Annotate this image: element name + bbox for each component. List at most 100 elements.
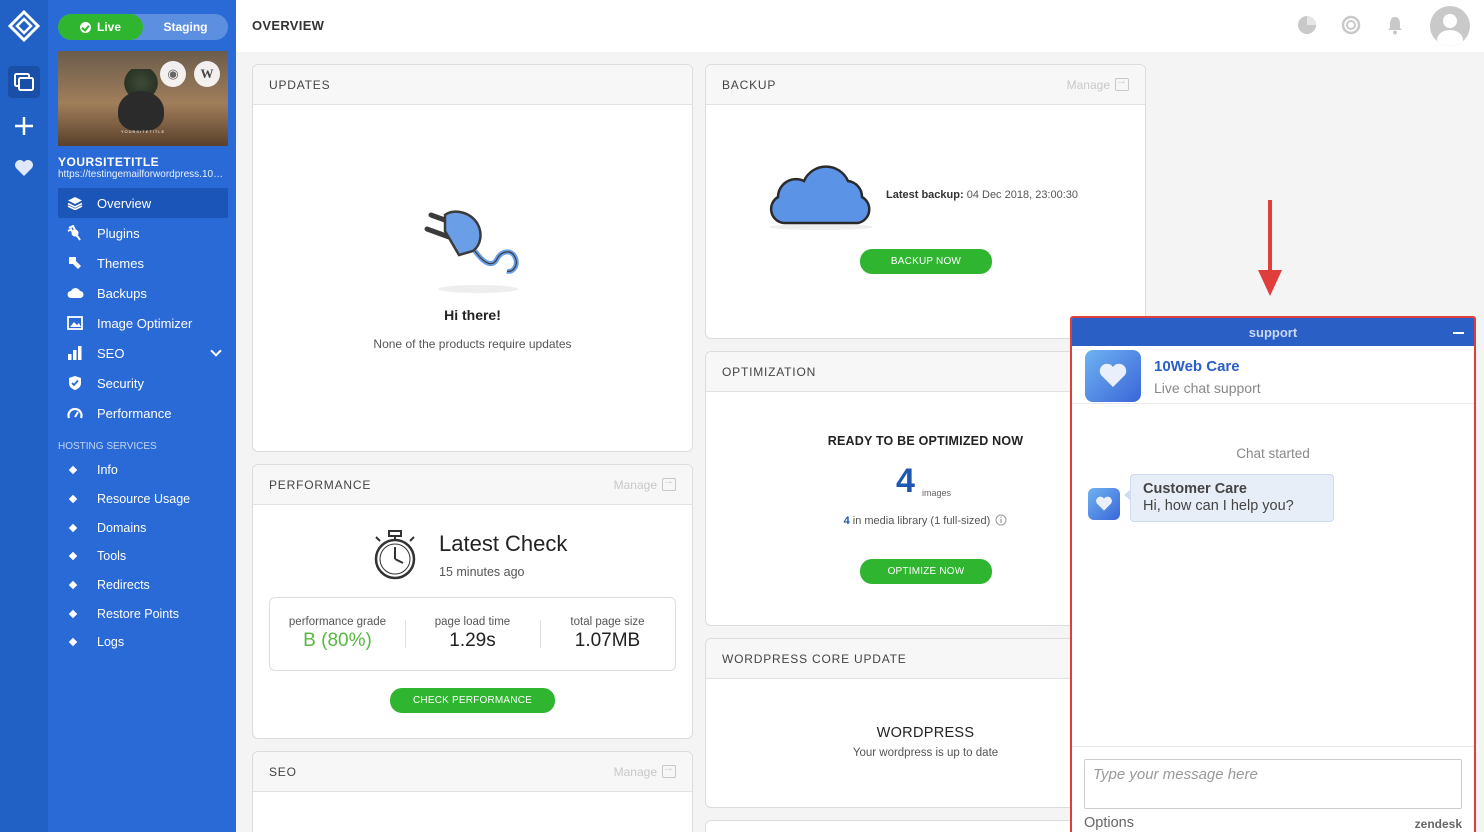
minimize-icon[interactable] — [1453, 332, 1464, 334]
updates-card: UPDATES Hi there! None of the products r… — [252, 64, 693, 452]
hosting-services-heading: HOSTING SERVICES — [58, 441, 157, 452]
backup-card: BACKUP Manage Latest backup: 04 Dec 2018… — [705, 64, 1146, 339]
sidebar-item-tools[interactable]: Tools — [58, 542, 228, 571]
user-avatar[interactable] — [1430, 6, 1470, 46]
latest-backup-label: Latest backup: — [886, 189, 964, 201]
sidebar-item-label: Overview — [97, 195, 152, 211]
card-title: PERFORMANCE — [269, 477, 372, 492]
site-url[interactable]: https://testingemailforwordpress.10web.s… — [58, 169, 230, 180]
chat-message-input[interactable] — [1084, 759, 1462, 809]
sidebar-item-label: Logs — [97, 635, 125, 650]
performance-card: PERFORMANCE Manage Latest Check 15 minut… — [252, 464, 693, 739]
logo-icon[interactable] — [8, 10, 40, 42]
optimize-now-button[interactable]: OPTIMIZE NOW — [860, 559, 992, 584]
chat-title-bar[interactable]: support — [1072, 318, 1474, 346]
check-performance-button[interactable]: CHECK PERFORMANCE — [390, 688, 555, 713]
stat-value: 1.07MB — [574, 630, 641, 651]
diamond-icon — [68, 523, 78, 532]
stat-label: total page size — [570, 616, 645, 628]
stat-label: performance grade — [288, 616, 387, 628]
chat-options-link[interactable]: Options — [1084, 815, 1134, 831]
card-header: PERFORMANCE Manage — [253, 465, 692, 505]
card-header: SEO Manage — [253, 752, 692, 792]
media-library-text: in media library (1 full-sized) — [852, 515, 991, 527]
sidebar-item-overview[interactable]: Overview — [58, 188, 228, 218]
agent-name: 10Web Care — [1154, 358, 1240, 375]
sidebar-item-label: Backups — [97, 285, 147, 301]
check-icon — [79, 21, 91, 33]
bar-chart-icon — [66, 345, 84, 361]
site-thumbnail[interactable]: ◉ W YOURSITETITLE — [58, 51, 228, 146]
updates-message: None of the products require updates — [373, 337, 572, 351]
sidebar-item-themes[interactable]: Themes — [58, 248, 228, 278]
sidebar-item-label: Domains — [97, 520, 147, 535]
sidebar-item-label: Plugins — [97, 225, 140, 241]
sidebar-item-label: Info — [97, 463, 118, 478]
brush-icon — [66, 255, 84, 271]
backup-now-button[interactable]: BACKUP NOW — [860, 249, 992, 274]
staging-toggle-button[interactable]: Staging — [143, 14, 228, 40]
sidebar-item-redirects[interactable]: Redirects — [58, 571, 228, 600]
card-title: SEO — [269, 764, 297, 779]
sidebar-item-image-optimizer[interactable]: Image Optimizer — [58, 308, 228, 338]
manage-label: Manage — [1066, 77, 1110, 92]
stat-load-time: page load time 1.29s — [405, 616, 540, 652]
cloud-icon — [769, 165, 873, 230]
sidebar: Live Staging ◉ W YOURSITETITLE YOURSITET… — [48, 0, 236, 832]
agent-avatar — [1085, 350, 1141, 402]
speed-icon[interactable] — [1340, 14, 1362, 36]
manage-label: Manage — [613, 764, 657, 779]
bell-icon[interactable] — [1384, 14, 1406, 36]
site-title: YOURSITETITLE — [58, 155, 160, 169]
cloud-icon — [66, 285, 84, 301]
plus-icon[interactable] — [8, 110, 40, 142]
diamond-icon — [68, 552, 78, 561]
sidebar-item-plugins[interactable]: Plugins — [58, 218, 228, 248]
sidebar-item-performance[interactable]: Performance — [58, 398, 228, 428]
performance-stats: performance grade B (80%) page load time… — [269, 597, 676, 671]
manage-link[interactable]: Manage — [614, 475, 676, 492]
exit-icon — [1115, 75, 1129, 91]
manage-link[interactable]: Manage — [1066, 75, 1129, 92]
heart-icon[interactable] — [8, 152, 40, 184]
latest-check-time: 15 minutes ago — [439, 565, 525, 579]
pie-chart-icon[interactable] — [1296, 14, 1318, 36]
stat-value: 1.29s — [449, 630, 496, 651]
sidebar-item-security[interactable]: Security — [58, 368, 228, 398]
diamond-icon — [68, 580, 78, 590]
sidebar-item-backups[interactable]: Backups — [58, 278, 228, 308]
message-text: Hi, how can I help you? — [1143, 498, 1294, 514]
annotation-arrow-head — [1258, 270, 1282, 296]
diamond-icon — [68, 466, 78, 475]
diamond-icon — [68, 494, 78, 504]
chevron-down-icon[interactable] — [210, 345, 222, 357]
heart-icon — [1099, 363, 1127, 387]
media-library-count: 4 — [843, 515, 850, 527]
annotation-arrow — [1268, 200, 1272, 274]
diamond-icon — [68, 638, 78, 647]
chat-composer: Options zendesk — [1072, 746, 1474, 832]
stat-page-size: total page size 1.07MB — [540, 616, 675, 652]
wordpress-icon[interactable]: W — [194, 61, 220, 87]
sidebar-item-seo[interactable]: SEO — [58, 338, 228, 368]
sidebar-item-label: Security — [97, 375, 144, 391]
sidebar-item-label: Restore Points — [97, 606, 179, 621]
sidebar-item-info[interactable]: Info — [58, 456, 228, 485]
sidebar-item-resource-usage[interactable]: Resource Usage — [58, 485, 228, 514]
info-icon[interactable] — [995, 514, 1007, 526]
sidebar-item-label: Themes — [97, 255, 144, 271]
card-title: OPTIMIZATION — [722, 364, 817, 379]
updates-greeting: Hi there! — [444, 307, 501, 323]
chat-message-bubble: Customer Care Hi, how can I help you? — [1124, 474, 1334, 522]
stat-grade: performance grade B (80%) — [270, 616, 405, 652]
live-label: Live — [96, 20, 121, 34]
sidebar-item-domains[interactable]: Domains — [58, 513, 228, 542]
manage-link[interactable]: Manage — [613, 762, 676, 779]
stat-label: page load time — [434, 616, 511, 628]
sidebar-item-restore-points[interactable]: Restore Points — [58, 599, 228, 628]
eye-icon[interactable]: ◉ — [160, 61, 186, 87]
image-icon — [66, 315, 84, 331]
websites-icon[interactable] — [8, 66, 40, 98]
sidebar-item-logs[interactable]: Logs — [58, 628, 228, 657]
live-toggle-button[interactable]: Live — [58, 14, 143, 40]
